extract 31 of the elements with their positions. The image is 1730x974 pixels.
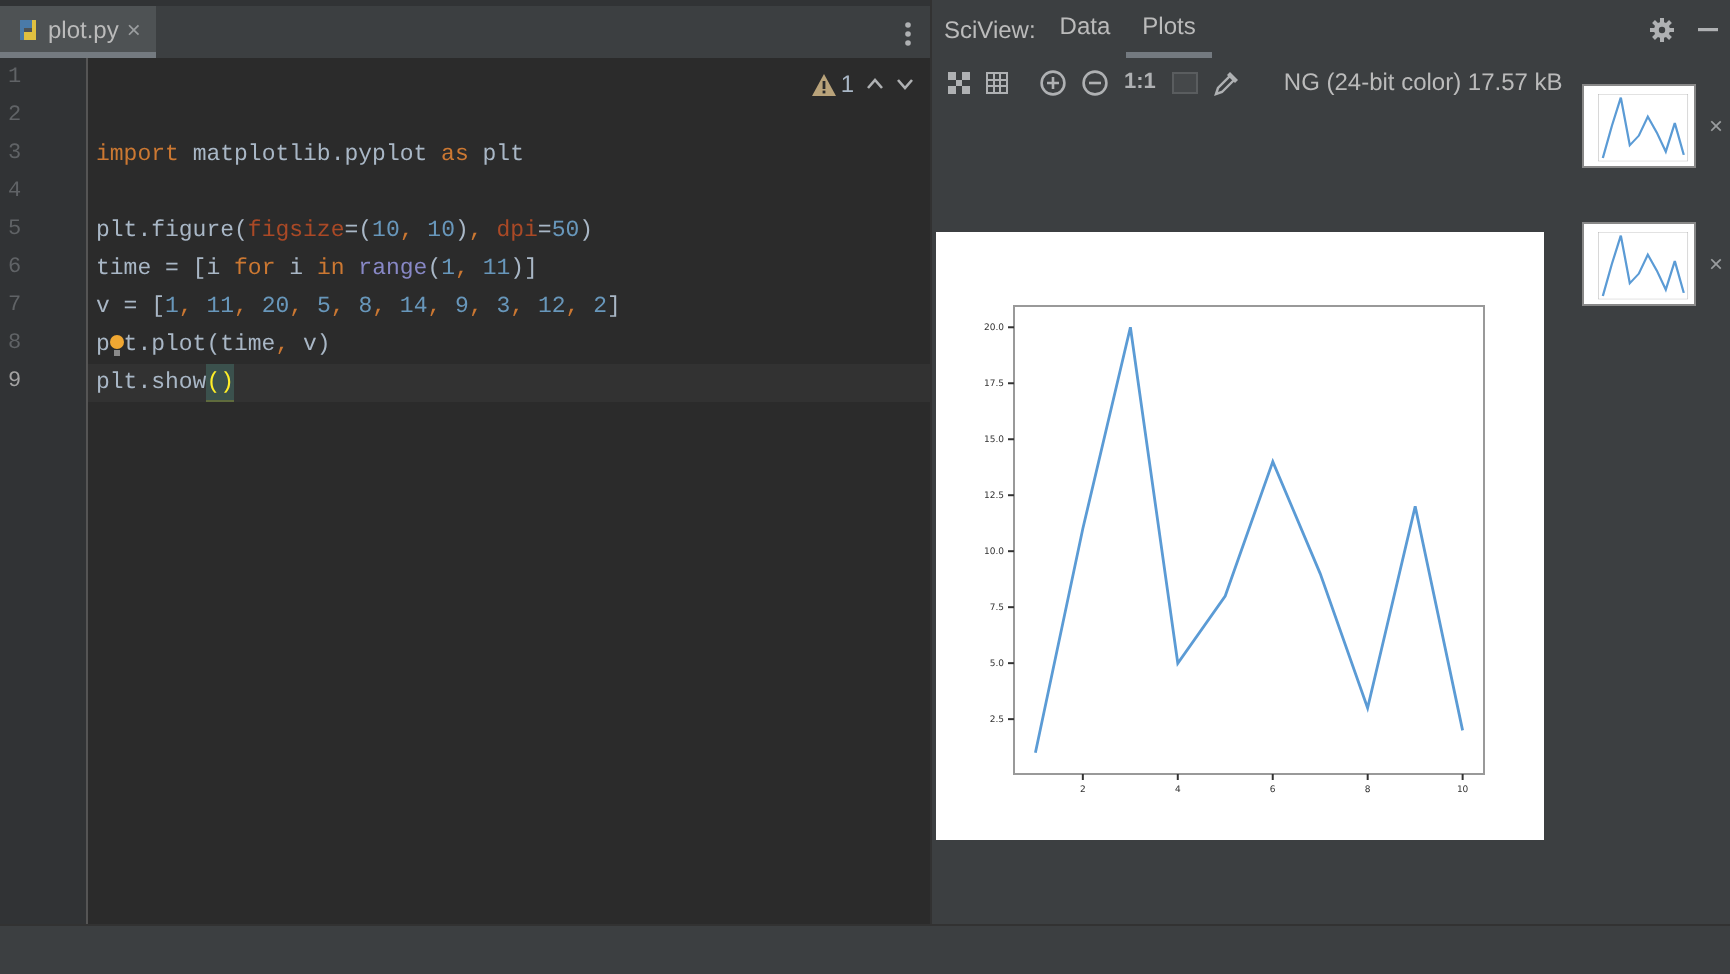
eyedropper-icon[interactable] (1213, 69, 1240, 95)
code-line: import matplotlib.pyplot as plt (94, 140, 526, 172)
warning-count: 1 (840, 68, 854, 102)
tab[interactable]: Data (1043, 0, 1127, 58)
file-tab[interactable]: plot.py × (0, 6, 157, 58)
zoom-out-icon[interactable] (1082, 69, 1108, 95)
chevron-up-icon[interactable] (866, 78, 884, 90)
image-info: NG (24-bit color) 17.57 kB (1283, 66, 1563, 100)
settings-icon[interactable] (1650, 17, 1674, 41)
code-line: plt.figure(figsize=(10, 10), dpi=50) (94, 216, 596, 248)
plot-thumbnail[interactable] (1582, 84, 1697, 168)
panel-title: SciView: (944, 13, 1036, 47)
actual-size-button[interactable]: 1:1 (1124, 65, 1156, 99)
close-icon[interactable]: × (1708, 108, 1723, 144)
code-line: p t.plot(time, v) (94, 330, 333, 362)
fit-icon[interactable] (948, 71, 970, 93)
tab[interactable]: Plots (1126, 0, 1212, 58)
line-number: 9 (6, 368, 24, 398)
code-line: v = [1, 11, 20, 5, 8, 14, 9, 3, 12, 2] (94, 292, 623, 324)
more-options-icon[interactable] (904, 22, 912, 46)
chevron-down-icon[interactable] (896, 78, 914, 90)
code-line: time = [i for i in range(1, 11)] (94, 254, 540, 286)
zoom-in-icon[interactable] (1040, 69, 1066, 95)
minimize-icon[interactable] (1698, 27, 1718, 31)
warning-icon[interactable] (812, 73, 837, 95)
grid-icon[interactable] (986, 71, 1008, 93)
lightbulb-icon[interactable] (109, 333, 124, 357)
close-icon[interactable]: × (1708, 246, 1723, 282)
plot-thumbnail[interactable] (1582, 222, 1697, 306)
python-file-icon (16, 17, 40, 41)
close-icon[interactable]: × (126, 11, 141, 47)
